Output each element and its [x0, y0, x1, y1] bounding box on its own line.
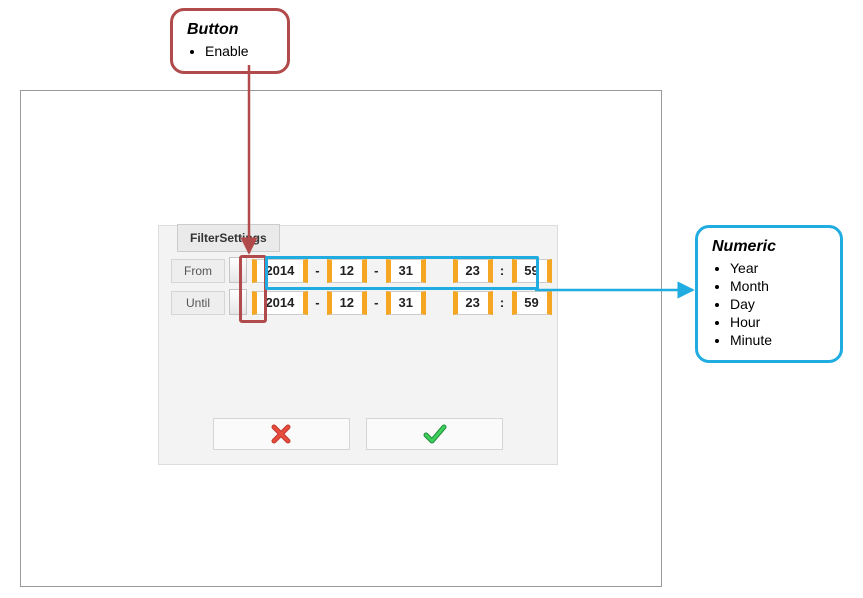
row-until: Until 2014 - 12 - 31 23 : 59 — [171, 290, 557, 318]
callout-button-title: Button — [187, 21, 273, 39]
row-until-label: Until — [171, 291, 225, 315]
cancel-button[interactable] — [213, 418, 350, 450]
until-fields: 2014 - 12 - 31 23 : 59 — [252, 291, 552, 315]
from-day[interactable]: 31 — [386, 259, 426, 283]
check-icon — [423, 423, 447, 445]
from-year[interactable]: 2014 — [252, 259, 308, 283]
sep-dash: - — [312, 295, 322, 310]
from-minute[interactable]: 59 — [512, 259, 552, 283]
dialog-actions — [159, 418, 557, 450]
sep-dash: - — [371, 263, 381, 278]
callout-numeric: Numeric Year Month Day Hour Minute — [695, 225, 843, 363]
callout-numeric-item-month: Month — [730, 278, 826, 294]
callout-button: Button Enable — [170, 8, 290, 74]
until-hour[interactable]: 23 — [453, 291, 493, 315]
callout-numeric-item-year: Year — [730, 260, 826, 276]
until-year[interactable]: 2014 — [252, 291, 308, 315]
confirm-button[interactable] — [366, 418, 503, 450]
until-enable-button[interactable] — [229, 289, 247, 315]
callout-numeric-item-hour: Hour — [730, 314, 826, 330]
callout-numeric-item-day: Day — [730, 296, 826, 312]
from-enable-button[interactable] — [229, 257, 247, 283]
from-fields: 2014 - 12 - 31 23 : 59 — [252, 259, 552, 283]
sep-colon: : — [497, 263, 507, 278]
from-month[interactable]: 12 — [327, 259, 367, 283]
callout-numeric-item-minute: Minute — [730, 332, 826, 348]
sep-dash: - — [371, 295, 381, 310]
until-minute[interactable]: 59 — [512, 291, 552, 315]
sep-colon: : — [497, 295, 507, 310]
sep-dash: - — [312, 263, 322, 278]
until-day[interactable]: 31 — [386, 291, 426, 315]
row-from: From 2014 - 12 - 31 23 : 59 — [171, 258, 557, 286]
row-from-label: From — [171, 259, 225, 283]
until-month[interactable]: 12 — [327, 291, 367, 315]
tab-filter-settings[interactable]: FilterSettings — [177, 224, 280, 252]
callout-numeric-title: Numeric — [712, 238, 826, 256]
cross-icon — [270, 423, 292, 445]
callout-button-item: Enable — [205, 43, 273, 59]
filter-settings-dialog: FilterSettings From 2014 - 12 - 31 23 : … — [158, 225, 558, 465]
from-hour[interactable]: 23 — [453, 259, 493, 283]
